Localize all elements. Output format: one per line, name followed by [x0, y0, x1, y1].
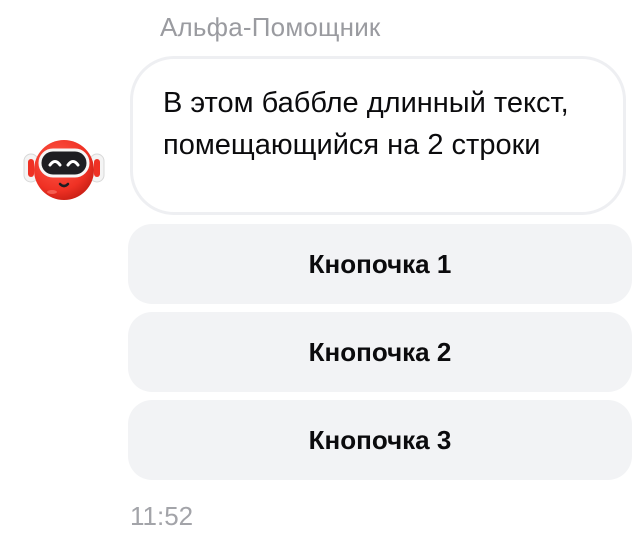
quick-reply-button-1[interactable]: Кнопочка 1 [128, 224, 632, 304]
quick-reply-button-2[interactable]: Кнопочка 2 [128, 312, 632, 392]
message-timestamp: 11:52 [130, 501, 194, 531]
message-bubble: В этом баббле длинный текст, помещающийс… [130, 56, 626, 215]
sender-name: Альфа-Помощник [160, 12, 381, 42]
quick-reply-button-3[interactable]: Кнопочка 3 [128, 400, 632, 480]
robot-assistant-icon [20, 132, 108, 208]
message-text: В этом баббле длинный текст, помещающийс… [163, 87, 569, 161]
